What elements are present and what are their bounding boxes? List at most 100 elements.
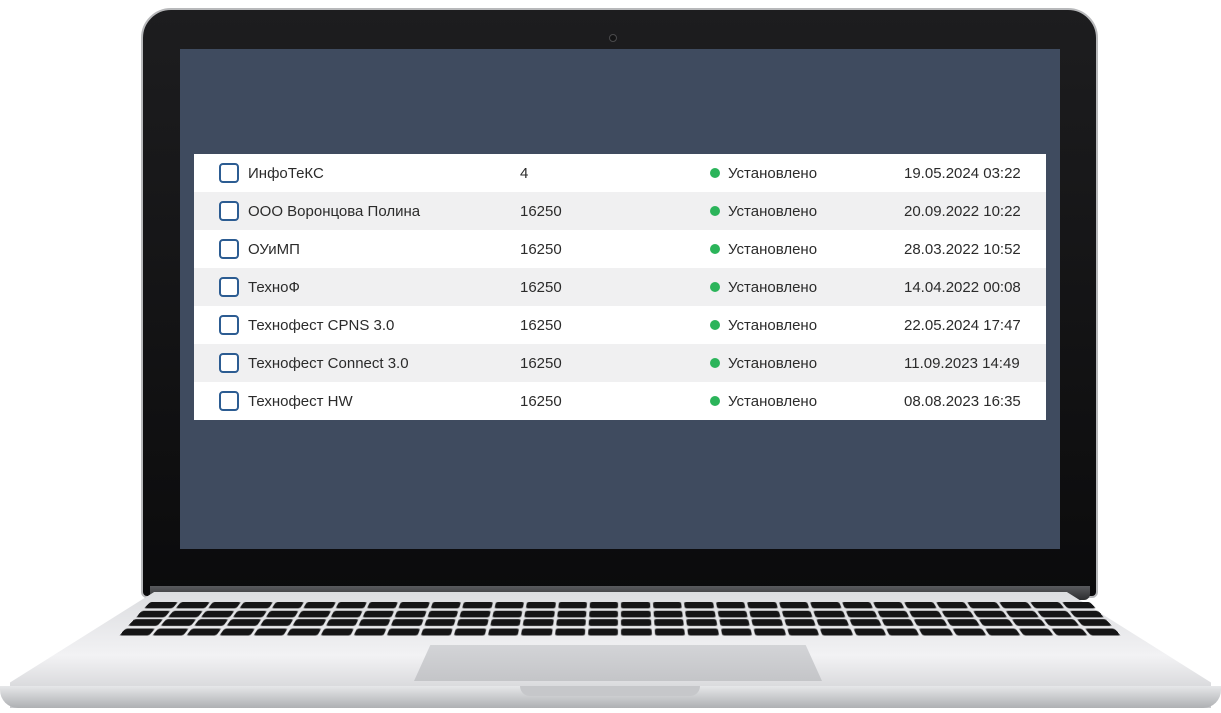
- keyboard-key: [978, 619, 1014, 626]
- keyboard-key: [984, 628, 1021, 636]
- row-port: 16250: [520, 240, 562, 258]
- keyboard-key: [715, 602, 746, 609]
- row-checkbox[interactable]: [219, 277, 239, 297]
- keyboard-key: [457, 619, 489, 626]
- keyboard-key: [621, 610, 651, 618]
- keyboard-key: [427, 610, 459, 618]
- keyboard-key: [1084, 628, 1121, 636]
- keyboard-key: [1061, 602, 1096, 609]
- keyboard-key: [1011, 619, 1047, 626]
- table-row[interactable]: ОУиМП 16250 Установлено 28.03.2022 10:52: [194, 230, 1046, 268]
- row-status: Установлено: [710, 355, 817, 372]
- keyboard-key: [175, 602, 210, 609]
- keyboard-key: [366, 602, 399, 609]
- keyboard-key: [951, 628, 987, 636]
- keyboard-key: [1036, 610, 1072, 618]
- keyboard-key: [555, 619, 586, 626]
- keyboard-key: [430, 602, 462, 609]
- row-status: Установлено: [710, 393, 817, 410]
- keyboard-key: [653, 610, 684, 618]
- table-row[interactable]: Технофест HW 16250 Установлено 08.08.202…: [194, 382, 1046, 420]
- table-row[interactable]: ИнфоТеКС 4 Установлено 19.05.2024 03:22: [194, 154, 1046, 192]
- keyboard-key: [751, 619, 783, 626]
- keyboard-key: [286, 628, 322, 636]
- table-row[interactable]: Технофест Connect 3.0 16250 Установлено …: [194, 344, 1046, 382]
- keyboard-key: [621, 628, 652, 636]
- row-checkbox[interactable]: [219, 163, 239, 183]
- keyboard-key: [904, 602, 937, 609]
- keyboard-key: [685, 610, 716, 618]
- row-status-label: Установлено: [728, 278, 818, 296]
- keyboard-key: [813, 610, 845, 618]
- status-dot-icon: [710, 282, 720, 292]
- keyboard-key: [387, 628, 421, 636]
- keyboard-key: [454, 628, 487, 636]
- keyboard-key: [226, 619, 262, 626]
- row-checkbox[interactable]: [219, 239, 239, 259]
- table-row[interactable]: Технофест CPNS 3.0 16250 Установлено 22.…: [194, 306, 1046, 344]
- keyboard-key: [654, 619, 685, 626]
- row-port: 4: [520, 164, 529, 182]
- keyboard-key: [494, 602, 525, 609]
- keyboard-key: [589, 602, 619, 609]
- keyboard-key: [816, 619, 849, 626]
- keyboard-key: [749, 610, 781, 618]
- table-row[interactable]: ТехноФ 16250 Установлено 14.04.2022 00:0…: [194, 268, 1046, 306]
- row-checkbox[interactable]: [219, 315, 239, 335]
- keyboard-key: [459, 610, 491, 618]
- row-checkbox[interactable]: [219, 391, 239, 411]
- laptop-lid-notch: [520, 686, 700, 696]
- row-status-label: Установлено: [728, 392, 818, 410]
- keyboard-key: [718, 619, 751, 626]
- keyboard-key: [783, 619, 816, 626]
- row-port: 16250: [520, 202, 562, 220]
- keyboard-key: [119, 628, 156, 636]
- keyboard-key: [391, 619, 424, 626]
- keyboard-key: [918, 628, 954, 636]
- row-date: 08.08.2023 16:35: [904, 392, 1021, 410]
- keyboard-key: [941, 610, 975, 618]
- row-checkbox[interactable]: [219, 353, 239, 373]
- keyboard-key: [1030, 602, 1065, 609]
- row-status: Установлено: [710, 279, 817, 296]
- webcam-icon: [609, 34, 617, 42]
- keyboard-key: [687, 628, 719, 636]
- keyboard-key: [526, 602, 556, 609]
- status-dot-icon: [710, 358, 720, 368]
- row-status: Установлено: [710, 241, 817, 258]
- row-name: Технофест CPNS 3.0: [248, 316, 395, 334]
- keyboard-key: [358, 619, 392, 626]
- keyboard-key: [160, 619, 197, 626]
- keyboard-key: [589, 610, 619, 618]
- keyboard-key: [362, 610, 395, 618]
- row-date: 20.09.2022 10:22: [904, 202, 1021, 220]
- row-date: 11.09.2023 14:49: [904, 354, 1020, 372]
- keyboard-key: [462, 602, 493, 609]
- row-status-label: Установлено: [728, 316, 818, 334]
- keyboard-key: [219, 628, 256, 636]
- keyboard-key: [654, 628, 686, 636]
- table-row[interactable]: ООО Воронцова Полина 16250 Установлено 2…: [194, 192, 1046, 230]
- keyboard-key: [253, 628, 289, 636]
- keyboard-key: [753, 628, 786, 636]
- row-name: ТехноФ: [248, 278, 300, 296]
- keyboard-key: [881, 619, 915, 626]
- keyboard-key: [720, 628, 753, 636]
- row-checkbox[interactable]: [219, 201, 239, 221]
- keyboard-key: [554, 628, 586, 636]
- row-port: 16250: [520, 392, 562, 410]
- keyboard-key: [885, 628, 920, 636]
- keyboard-key: [998, 602, 1033, 609]
- status-dot-icon: [710, 244, 720, 254]
- keyboard-key: [193, 619, 229, 626]
- keyboard-key: [848, 619, 882, 626]
- laptop-keyboard: [119, 602, 1121, 636]
- connections-table: ИнфоТеКС 4 Установлено 19.05.2024 03:22 …: [194, 154, 1046, 420]
- keyboard-key: [852, 628, 887, 636]
- keyboard-key: [144, 602, 179, 609]
- row-date: 28.03.2022 10:52: [904, 240, 1021, 258]
- keyboard-key: [872, 602, 905, 609]
- keyboard-key: [588, 628, 619, 636]
- keyboard-key: [259, 619, 294, 626]
- row-date: 14.04.2022 00:08: [904, 278, 1021, 296]
